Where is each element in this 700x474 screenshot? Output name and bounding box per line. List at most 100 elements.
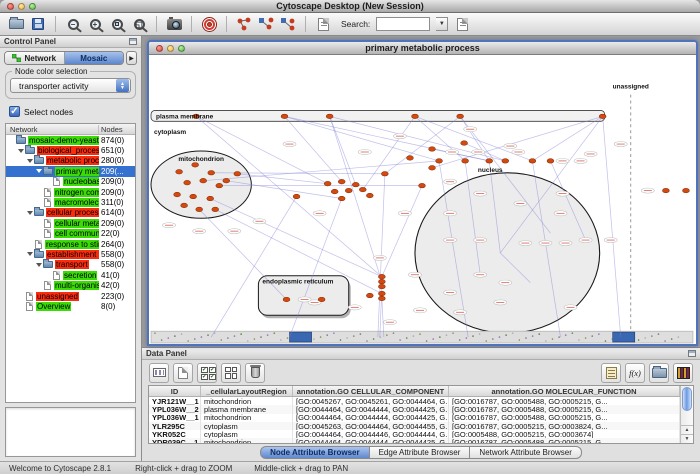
network-node[interactable] bbox=[462, 159, 469, 164]
network-node[interactable] bbox=[184, 180, 191, 185]
search-input[interactable] bbox=[376, 17, 430, 31]
close-window-icon[interactable] bbox=[7, 3, 14, 10]
inner-zoom-icon[interactable] bbox=[178, 45, 185, 52]
tree-row-biological-process[interactable]: biological_process651(0) bbox=[6, 145, 135, 155]
tree-row-nitrogen-compo[interactable]: nitrogen compo209(0) bbox=[6, 187, 135, 197]
expander-icon[interactable] bbox=[26, 159, 33, 163]
table-row-ylr295c[interactable]: YLR295Ccytoplasm[GO:0045263, GO:0044464,… bbox=[149, 422, 680, 430]
attribute-matrix-button[interactable] bbox=[673, 363, 693, 383]
help-button[interactable] bbox=[201, 15, 217, 33]
zoom-fit-button[interactable]: ◱ bbox=[131, 15, 147, 33]
network-node[interactable] bbox=[599, 114, 606, 119]
network-node[interactable] bbox=[174, 192, 181, 197]
network-node[interactable] bbox=[326, 114, 333, 119]
table-row-ykr052c[interactable]: YKR052Ccytoplasm[GO:0044464, GO:0044446,… bbox=[149, 430, 680, 438]
network-node[interactable] bbox=[212, 207, 219, 212]
tree-row-multi-organism-pro[interactable]: multi-organism pro42(0) bbox=[6, 280, 135, 290]
network-node[interactable] bbox=[378, 279, 385, 284]
network-node[interactable] bbox=[378, 274, 385, 279]
plasma-membrane-region[interactable] bbox=[151, 110, 605, 121]
network-node[interactable] bbox=[461, 141, 468, 146]
expander-icon[interactable] bbox=[26, 211, 33, 215]
network-node[interactable] bbox=[407, 156, 414, 161]
zoom-selected-button[interactable] bbox=[109, 15, 125, 33]
tab-mosaic[interactable]: Mosaic bbox=[64, 52, 124, 64]
tree-row-establishment-of-lo[interactable]: establishment of lo558(0) bbox=[6, 249, 135, 259]
delete-attribute-button[interactable] bbox=[245, 363, 265, 383]
table-row-ypl036w-1[interactable]: YPL036W__1mitochondrion[GO:0044464, GO:0… bbox=[149, 414, 680, 422]
network-node[interactable] bbox=[502, 159, 509, 164]
network-node[interactable] bbox=[436, 159, 443, 164]
tree-row-macromolecule[interactable]: macromolecule311(0) bbox=[6, 197, 135, 207]
select-nodes-checkbox[interactable]: ✓ bbox=[9, 106, 20, 117]
inner-close-icon[interactable] bbox=[156, 45, 163, 52]
tree-row-mosaic-demo-yeast[interactable]: mosaic-demo-yeast874(0) bbox=[6, 135, 135, 145]
network-node[interactable] bbox=[529, 159, 536, 164]
select-all-attributes-button[interactable]: ✓✓✓✓ bbox=[197, 363, 217, 383]
tree-row-overview[interactable]: Overview8(0) bbox=[6, 301, 135, 311]
network-node[interactable] bbox=[547, 159, 554, 164]
tree-row-cellular-metabo[interactable]: cellular metabo209(0) bbox=[6, 218, 135, 228]
scroll-up-icon[interactable]: ▲ bbox=[681, 425, 693, 434]
network-node[interactable] bbox=[378, 291, 385, 296]
network-node[interactable] bbox=[223, 178, 230, 183]
zoom-in-button[interactable]: + bbox=[87, 15, 103, 33]
network-node[interactable] bbox=[181, 203, 188, 208]
column-header-annotation-go-molecular-function[interactable]: annotation.GO MOLECULAR_FUNCTION bbox=[449, 386, 680, 396]
node-color-dropdown[interactable]: transporter activity ▲▼ bbox=[10, 78, 131, 93]
network-node[interactable] bbox=[216, 183, 223, 188]
tree-row-secretion[interactable]: secretion41(0) bbox=[6, 270, 135, 280]
search-dropdown-icon[interactable]: ▼ bbox=[436, 17, 448, 31]
network-node[interactable] bbox=[345, 188, 352, 193]
expander-icon[interactable] bbox=[35, 263, 42, 267]
network-node[interactable] bbox=[378, 284, 385, 289]
attribute-columns-button[interactable] bbox=[149, 363, 169, 383]
expander-icon[interactable] bbox=[26, 252, 33, 256]
table-row-ydr039c-1[interactable]: YDR039C__1mitochondrion[GO:0044464, GO:0… bbox=[149, 438, 680, 443]
tab-edge-attribute-browser[interactable]: Edge Attribute Browser bbox=[370, 446, 471, 459]
network-node[interactable] bbox=[196, 207, 203, 212]
network-node[interactable] bbox=[378, 296, 385, 301]
unselect-all-attributes-button[interactable] bbox=[221, 363, 241, 383]
network-node[interactable] bbox=[324, 181, 331, 186]
network-node[interactable] bbox=[429, 147, 436, 152]
create-network-view-button[interactable] bbox=[258, 15, 274, 33]
tree-column-network[interactable]: Network bbox=[6, 125, 99, 134]
column-header-cellularlayoutregion[interactable]: _cellularLayoutRegion bbox=[201, 386, 293, 396]
network-node[interactable] bbox=[207, 196, 214, 201]
network-node[interactable] bbox=[381, 171, 388, 176]
expander-icon[interactable] bbox=[35, 169, 42, 173]
network-node[interactable] bbox=[662, 188, 669, 193]
expander-icon[interactable] bbox=[17, 149, 24, 153]
destroy-network-view-button[interactable] bbox=[280, 15, 296, 33]
network-node[interactable] bbox=[190, 194, 197, 199]
network-node[interactable] bbox=[412, 114, 419, 119]
open-file-button[interactable] bbox=[8, 15, 24, 33]
zoom-window-icon[interactable] bbox=[29, 3, 36, 10]
scroll-down-icon[interactable]: ▼ bbox=[681, 434, 693, 443]
birds-eye-view[interactable] bbox=[5, 407, 136, 457]
network-node[interactable] bbox=[366, 293, 373, 298]
network-node[interactable] bbox=[318, 297, 325, 302]
network-node[interactable] bbox=[338, 196, 345, 201]
network-node[interactable] bbox=[359, 187, 366, 192]
network-node[interactable] bbox=[176, 170, 183, 175]
network-node[interactable] bbox=[200, 178, 207, 183]
advanced-search-button[interactable] bbox=[454, 15, 470, 33]
snapshot-button[interactable] bbox=[166, 15, 182, 33]
tree-row-nucleobase[interactable]: nucleobase-209(0) bbox=[6, 177, 135, 187]
network-node[interactable] bbox=[283, 297, 290, 302]
minimize-window-icon[interactable] bbox=[18, 3, 25, 10]
zoom-out-button[interactable]: − bbox=[65, 15, 81, 33]
network-node[interactable] bbox=[331, 189, 338, 194]
bottom-cluster-strip[interactable] bbox=[151, 331, 693, 343]
network-node[interactable] bbox=[486, 159, 493, 164]
tab-network-attribute-browser[interactable]: Network Attribute Browser bbox=[470, 446, 581, 459]
network-node[interactable] bbox=[338, 179, 345, 184]
network-node[interactable] bbox=[293, 194, 300, 199]
tree-row-cellular-process[interactable]: cellular process614(0) bbox=[6, 208, 135, 218]
tab-network[interactable]: Network bbox=[5, 52, 64, 64]
network-node[interactable] bbox=[234, 171, 241, 176]
import-attributes-button[interactable] bbox=[649, 363, 669, 383]
tree-row-response-to-stimulu[interactable]: response to stimulu264(0) bbox=[6, 239, 135, 249]
